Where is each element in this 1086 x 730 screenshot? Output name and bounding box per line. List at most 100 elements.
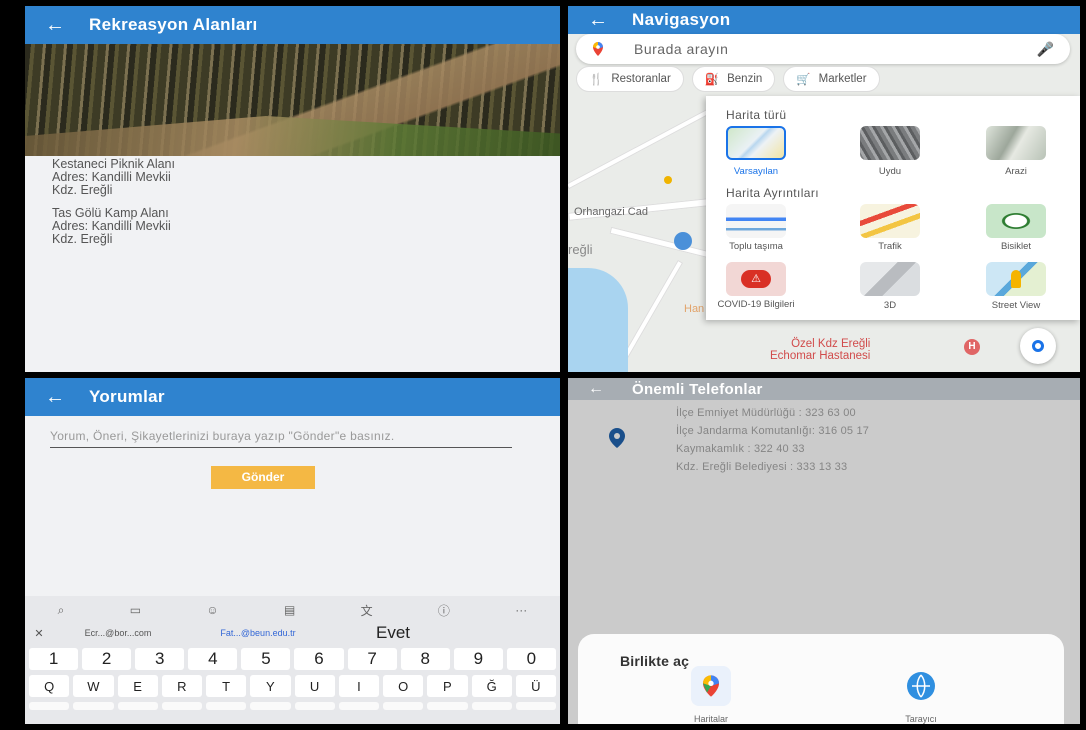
map-details-heading: Harita Ayrıntıları — [726, 186, 820, 200]
map-partial-label: Han — [684, 303, 705, 315]
transit-label: Toplu taşıma — [729, 241, 783, 252]
app-bar: ← Yorumlar — [25, 378, 560, 416]
search-icon[interactable]: ⌕ — [58, 603, 65, 618]
map-place-pin-icon[interactable] — [674, 232, 692, 250]
open-with-browser-option[interactable]: Tarayıcı — [876, 666, 966, 724]
bicycle-tile[interactable] — [986, 204, 1046, 238]
list-item[interactable]: Kestaneci Piknik Alanı Adres: Kandilli M… — [52, 158, 175, 197]
suggestion-item[interactable]: Evet — [333, 623, 453, 643]
list-item[interactable]: Tas Gölü Kamp Alanı Adres: Kandilli Mevk… — [52, 207, 175, 246]
chip-gas[interactable]: ⛽ Benzin — [691, 66, 776, 92]
key-u[interactable]: U — [294, 675, 335, 697]
maps-app-label: Haritalar — [693, 714, 728, 724]
key-0[interactable]: 0 — [506, 648, 556, 670]
place-city: Kdz. Ereğli — [52, 183, 113, 197]
keyboard-key[interactable] — [338, 702, 379, 710]
key-r[interactable]: R — [161, 675, 202, 697]
page-title: Rekreasyon Alanları — [89, 15, 258, 34]
more-icon[interactable]: ··· — [515, 603, 527, 617]
key-w[interactable]: W — [73, 675, 114, 697]
key-4[interactable]: 4 — [188, 648, 238, 670]
open-with-sheet: Birlikte aç Haritalar Tarayıcı — [568, 634, 1080, 724]
clipboard-icon[interactable]: ▤ — [284, 603, 295, 617]
map-type-default-tile[interactable] — [726, 126, 786, 160]
map-road — [622, 259, 684, 359]
key-o[interactable]: O — [383, 675, 424, 697]
keyboard-key[interactable] — [250, 702, 291, 710]
key-7[interactable]: 7 — [347, 648, 397, 670]
key-g-breve[interactable]: Ğ — [471, 675, 512, 697]
map-street-label: Orhangazi Cad — [574, 206, 648, 218]
hospital-icon[interactable]: H — [964, 339, 980, 355]
send-button[interactable]: Gönder — [211, 466, 315, 489]
open-with-maps-option[interactable]: Haritalar — [666, 666, 756, 724]
keyboard-key[interactable] — [206, 702, 247, 710]
phone-entry[interactable]: İlçe Emniyet Müdürlüğü : 323 63 00 — [676, 404, 869, 422]
location-pin-icon — [609, 428, 625, 448]
microphone-icon[interactable]: 🎤 — [1037, 41, 1054, 58]
sticker-icon[interactable]: ☺ — [206, 603, 218, 617]
key-6[interactable]: 6 — [294, 648, 344, 670]
key-e[interactable]: E — [117, 675, 158, 697]
back-arrow-icon[interactable]: ← — [45, 387, 75, 407]
key-q[interactable]: Q — [29, 675, 70, 697]
keyboard-key[interactable] — [515, 702, 556, 710]
key-8[interactable]: 8 — [400, 648, 450, 670]
key-p[interactable]: P — [427, 675, 468, 697]
phone-entry[interactable]: İlçe Jandarma Komutanlığı: 316 05 17 — [676, 422, 869, 440]
letter-row: Q W E R T Y U I O P Ğ Ü — [25, 675, 560, 697]
translate-icon[interactable]: 文 — [361, 602, 373, 619]
place-city: Kdz. Ereğli — [52, 232, 113, 246]
key-3[interactable]: 3 — [135, 648, 185, 670]
warning-icon: ⚠ — [741, 270, 771, 288]
my-location-button[interactable] — [1020, 328, 1056, 364]
suggestion-item[interactable]: Fat...@beun.edu.tr — [183, 628, 333, 638]
key-i[interactable]: I — [338, 675, 379, 697]
keyboard-key[interactable] — [161, 702, 202, 710]
map-type-default-label: Varsayılan — [733, 166, 779, 177]
keyboard-key[interactable] — [73, 702, 114, 710]
transit-tile[interactable] — [726, 204, 786, 238]
app-bar: ← Önemli Telefonlar — [568, 378, 1080, 400]
key-5[interactable]: 5 — [241, 648, 291, 670]
keyboard-key[interactable] — [294, 702, 335, 710]
key-u-umlaut[interactable]: Ü — [515, 675, 556, 697]
chip-restaurants[interactable]: 🍴 Restoranlar — [576, 66, 684, 92]
key-y[interactable]: Y — [250, 675, 291, 697]
chip-markets[interactable]: 🛒 Marketler — [783, 66, 880, 92]
back-arrow-icon[interactable]: ← — [588, 381, 618, 397]
street-view-tile[interactable] — [986, 262, 1046, 296]
key-9[interactable]: 9 — [453, 648, 503, 670]
page-title: Önemli Telefonlar — [632, 380, 763, 398]
info-icon[interactable]: ⓘ — [438, 602, 450, 619]
app-bar: ← Navigasyon — [568, 6, 1080, 34]
forest-photo — [25, 44, 560, 156]
map-type-satellite-tile[interactable] — [860, 126, 920, 160]
3d-tile[interactable] — [860, 262, 920, 296]
back-arrow-icon[interactable]: ← — [45, 15, 75, 35]
bottom-sheet: Birlikte aç Haritalar Tarayıcı — [578, 634, 1064, 724]
close-icon[interactable]: ✕ — [25, 627, 53, 640]
keyboard-key[interactable] — [383, 702, 424, 710]
back-arrow-icon[interactable]: ← — [588, 10, 618, 30]
phone-entry[interactable]: Kaymakamlık : 322 40 33 — [676, 440, 869, 458]
map-type-terrain-tile[interactable] — [986, 126, 1046, 160]
key-1[interactable]: 1 — [29, 648, 79, 670]
covid-tile[interactable]: ⚠ — [726, 262, 786, 296]
keyboard-key[interactable] — [117, 702, 158, 710]
suggestion-item[interactable]: Ecr...@bor...com — [53, 628, 183, 638]
keyboard-key[interactable] — [471, 702, 512, 710]
keyboard-key[interactable] — [427, 702, 468, 710]
traffic-tile[interactable] — [860, 204, 920, 238]
keyboard-key[interactable] — [29, 702, 70, 710]
key-t[interactable]: T — [206, 675, 247, 697]
comments-screen: ← Yorumlar Yorum, Öneri, Şikayetlerinizi… — [25, 378, 560, 724]
key-2[interactable]: 2 — [82, 648, 132, 670]
gif-icon[interactable]: ▭ — [130, 603, 141, 617]
search-input[interactable]: Burada arayın 🎤 — [576, 34, 1070, 64]
phone-entry[interactable]: Kdz. Ereğli Belediyesi : 333 13 33 — [676, 458, 869, 476]
recreation-list: Kestaneci Piknik Alanı Adres: Kandilli M… — [52, 158, 175, 256]
map-marker — [664, 176, 672, 184]
map-type-heading: Harita türü — [726, 108, 787, 122]
comment-field[interactable]: Yorum, Öneri, Şikayetlerinizi buraya yaz… — [50, 430, 512, 448]
